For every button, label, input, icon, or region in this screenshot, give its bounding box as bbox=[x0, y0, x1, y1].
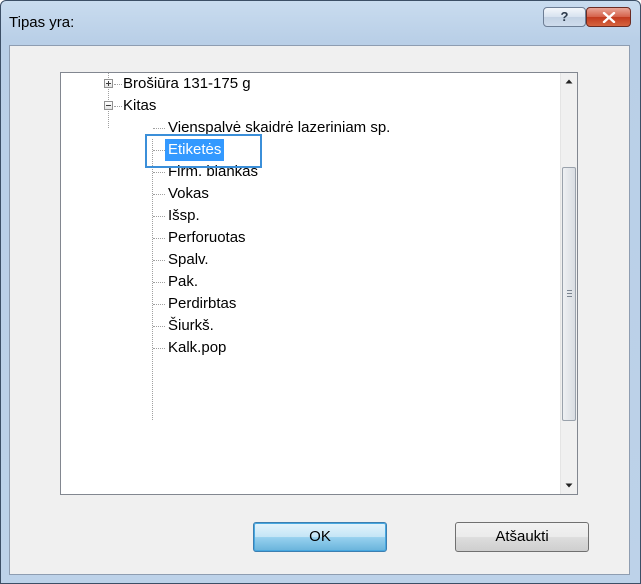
tree-item-label: Perdirbtas bbox=[168, 295, 237, 312]
selection-highlight bbox=[145, 134, 262, 168]
tree-item-label: Šiurkš. bbox=[168, 317, 214, 334]
scroll-up-button[interactable] bbox=[561, 73, 577, 90]
scroll-down-button[interactable] bbox=[561, 477, 577, 494]
tree-line bbox=[153, 304, 165, 305]
question-mark-icon: ? bbox=[560, 9, 569, 24]
tree-item[interactable]: Vokas bbox=[61, 183, 561, 205]
tree-item[interactable]: Kitas bbox=[61, 95, 561, 117]
tree-line bbox=[153, 128, 165, 129]
close-icon bbox=[602, 12, 616, 23]
grip-icon bbox=[567, 296, 572, 297]
tree-item[interactable]: Kalk.pop bbox=[61, 337, 561, 359]
close-button[interactable] bbox=[586, 7, 631, 27]
tree-item-selected[interactable]: Etiketės bbox=[61, 139, 561, 161]
vertical-scrollbar[interactable] bbox=[560, 73, 577, 494]
grip-icon bbox=[567, 290, 572, 291]
tree-item-label: Brošiūra 131-175 g bbox=[123, 75, 251, 92]
tree-item[interactable]: Išsp. bbox=[61, 205, 561, 227]
tree-item-label: Kitas bbox=[123, 97, 157, 114]
tree-item-label: Vokas bbox=[168, 185, 209, 202]
tree-item[interactable]: Firm. blankas bbox=[61, 161, 561, 183]
window-title: Tipas yra: bbox=[9, 14, 75, 31]
tree-line bbox=[153, 172, 165, 173]
tree-line bbox=[153, 326, 165, 327]
tree-item[interactable]: Vienspalvė skaidrė lazeriniam sp. bbox=[61, 117, 561, 139]
tree-line bbox=[153, 238, 165, 239]
tree-item-label: Pak. bbox=[168, 273, 199, 290]
tree-item[interactable]: Pak. bbox=[61, 271, 561, 293]
tree-line bbox=[153, 348, 165, 349]
grip-icon bbox=[567, 293, 572, 294]
tree-item-label: Spalv. bbox=[168, 251, 209, 268]
tree-item-label: Perforuotas bbox=[168, 229, 246, 246]
dialog-body: Brošiūra 131-175 g Kitas Vienspalvė skai… bbox=[9, 45, 630, 575]
tree-item[interactable]: Perdirbtas bbox=[61, 293, 561, 315]
tree-line bbox=[153, 282, 165, 283]
help-button[interactable]: ? bbox=[543, 7, 586, 27]
tree-item-label: Kalk.pop bbox=[168, 339, 227, 356]
tree-line bbox=[153, 216, 165, 217]
expand-plus-icon[interactable] bbox=[104, 79, 113, 88]
tree-line bbox=[153, 194, 165, 195]
tree-item[interactable]: Spalv. bbox=[61, 249, 561, 271]
tree-item[interactable]: Brošiūra 131-175 g bbox=[61, 73, 561, 95]
scrollbar-thumb[interactable] bbox=[562, 167, 576, 421]
title-bar[interactable]: Tipas yra: ? bbox=[1, 1, 640, 45]
paper-type-tree[interactable]: Brošiūra 131-175 g Kitas Vienspalvė skai… bbox=[60, 72, 578, 495]
tree-line bbox=[153, 260, 165, 261]
tree-view: Brošiūra 131-175 g Kitas Vienspalvė skai… bbox=[61, 73, 560, 494]
arrow-up-icon bbox=[565, 79, 573, 84]
dialog-window: Tipas yra: ? Brošiūra 131-175 g Kitas Vi… bbox=[0, 0, 641, 584]
arrow-down-icon bbox=[565, 483, 573, 488]
cancel-button[interactable]: Atšaukti bbox=[455, 522, 589, 552]
tree-item-label: Išsp. bbox=[168, 207, 200, 224]
ok-button[interactable]: OK bbox=[253, 522, 387, 552]
tree-item[interactable]: Perforuotas bbox=[61, 227, 561, 249]
collapse-minus-icon[interactable] bbox=[104, 101, 113, 110]
tree-item[interactable]: Šiurkš. bbox=[61, 315, 561, 337]
